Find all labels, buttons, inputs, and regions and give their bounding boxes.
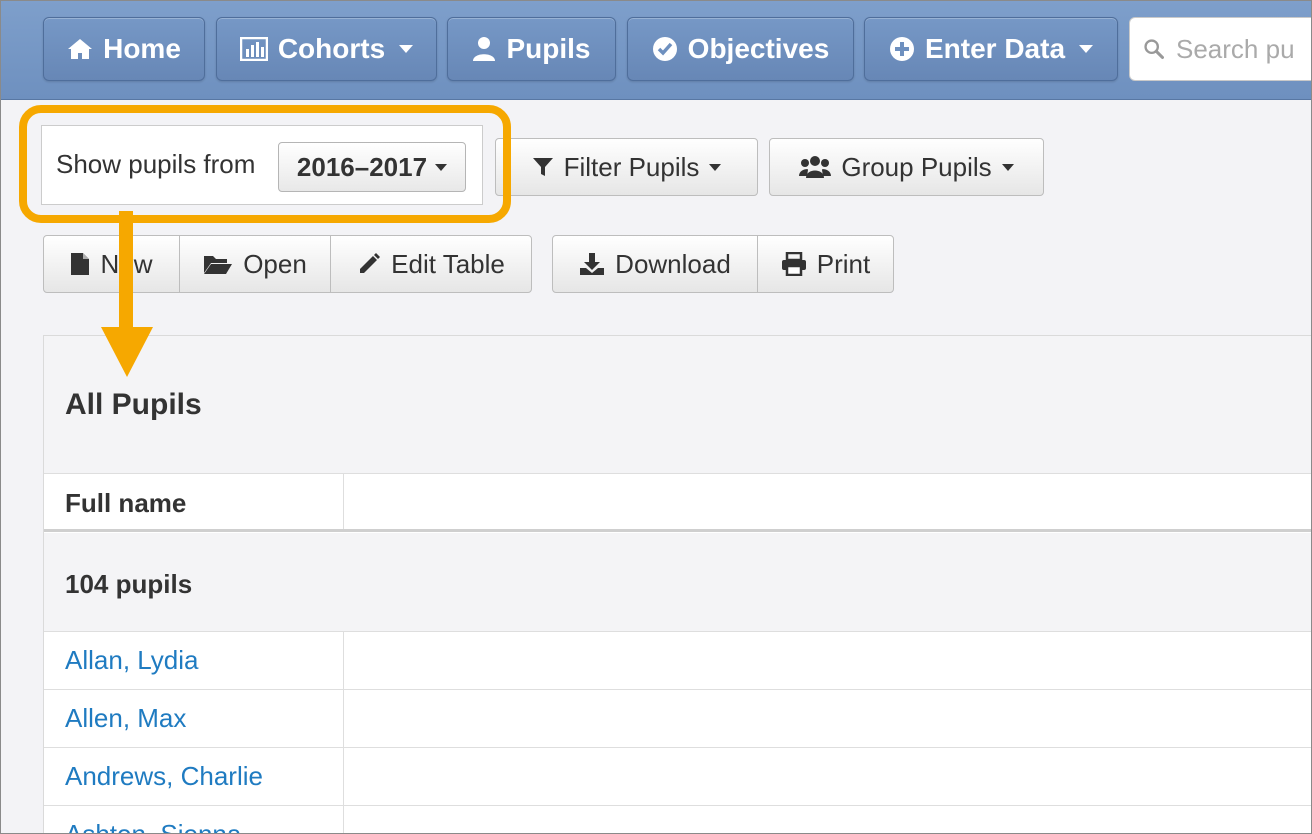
chevron-down-icon bbox=[399, 45, 414, 53]
user-icon bbox=[473, 37, 496, 61]
pupil-link[interactable]: Andrews, Charlie bbox=[65, 761, 263, 792]
group-pupils-button[interactable]: Group Pupils bbox=[769, 138, 1044, 196]
group-pupils-label: Group Pupils bbox=[841, 151, 992, 182]
filter-pupils-button[interactable]: Filter Pupils bbox=[495, 138, 758, 196]
full-name-header-label: Full name bbox=[65, 488, 187, 518]
filter-pupils-label: Filter Pupils bbox=[563, 151, 700, 182]
nav-objectives-label: Objectives bbox=[687, 33, 830, 64]
name-cell: Ashton, Sienna bbox=[44, 806, 344, 833]
pupil-link[interactable]: Allan, Lydia bbox=[65, 645, 198, 676]
chevron-down-icon bbox=[709, 163, 722, 171]
print-icon bbox=[781, 252, 806, 276]
pupil-link[interactable]: Allen, Max bbox=[65, 703, 186, 734]
name-cell: Allan, Lydia bbox=[44, 632, 344, 689]
group-row: 104 pupils bbox=[44, 533, 1311, 632]
table-row: Allan, Lydia bbox=[44, 632, 1311, 690]
table-title: All Pupils bbox=[65, 388, 202, 421]
full-name-header[interactable]: Full name bbox=[44, 474, 344, 529]
users-icon bbox=[799, 156, 832, 178]
nav-enter-data-button[interactable]: Enter Data bbox=[864, 17, 1118, 81]
folder-open-icon bbox=[204, 256, 233, 274]
file-icon bbox=[71, 253, 90, 275]
nav-pupils-label: Pupils bbox=[506, 33, 591, 64]
nav-home-label: Home bbox=[103, 33, 181, 64]
nav-enter-data-label: Enter Data bbox=[924, 33, 1066, 64]
chevron-down-icon bbox=[1079, 45, 1094, 53]
edit-table-button[interactable]: Edit Table bbox=[330, 235, 532, 293]
download-icon bbox=[580, 253, 605, 275]
print-label: Print bbox=[816, 248, 871, 279]
filter-icon bbox=[532, 158, 553, 176]
open-button[interactable]: Open bbox=[179, 235, 331, 293]
arrow-down-annotation bbox=[101, 211, 153, 377]
nav-cohorts-button[interactable]: Cohorts bbox=[216, 17, 437, 81]
nav-cohorts-label: Cohorts bbox=[277, 33, 386, 64]
name-cell: Andrews, Charlie bbox=[44, 748, 344, 805]
download-button[interactable]: Download bbox=[552, 235, 758, 293]
annotation-highlight bbox=[19, 105, 511, 223]
nav-objectives-button[interactable]: Objectives bbox=[627, 17, 854, 81]
chevron-down-icon bbox=[1001, 163, 1014, 171]
check-circle-icon bbox=[652, 37, 677, 61]
download-label: Download bbox=[615, 248, 731, 279]
search-icon bbox=[1144, 39, 1164, 60]
chart-icon bbox=[239, 37, 268, 61]
plus-circle-icon bbox=[889, 37, 914, 61]
top-nav: Home Cohorts Pupils Objectives Enter Dat… bbox=[1, 1, 1311, 100]
search-input[interactable] bbox=[1174, 32, 1311, 66]
app-window: Home Cohorts Pupils Objectives Enter Dat… bbox=[0, 0, 1312, 834]
name-cell: Allen, Max bbox=[44, 690, 344, 747]
home-icon bbox=[68, 39, 93, 59]
pupils-table: All Pupils Full name 104 pupils Allan, L… bbox=[43, 335, 1311, 833]
nav-home-button[interactable]: Home bbox=[43, 17, 205, 81]
table-row: Allen, Max bbox=[44, 690, 1311, 748]
nav-pupils-button[interactable]: Pupils bbox=[447, 17, 616, 81]
open-label: Open bbox=[243, 248, 307, 279]
pupil-count: 104 pupils bbox=[65, 569, 193, 599]
print-button[interactable]: Print bbox=[757, 235, 894, 293]
edit-table-label: Edit Table bbox=[391, 248, 505, 279]
table-title-row: All Pupils bbox=[44, 336, 1311, 474]
pupil-link[interactable]: Ashton, Sienna bbox=[65, 819, 241, 833]
search-box[interactable] bbox=[1129, 17, 1311, 81]
table-row: Ashton, Sienna bbox=[44, 806, 1311, 833]
table-header-row: Full name bbox=[44, 474, 1311, 532]
pencil-icon bbox=[360, 253, 381, 273]
table-row: Andrews, Charlie bbox=[44, 748, 1311, 806]
